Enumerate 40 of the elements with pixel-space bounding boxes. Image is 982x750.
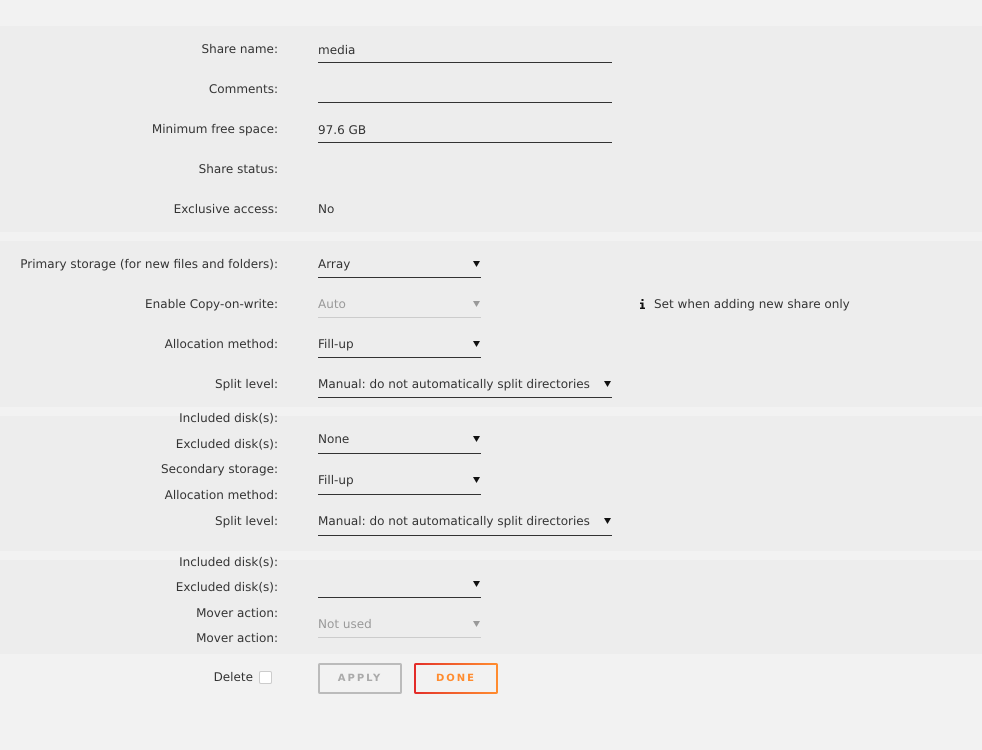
field-label: Secondary storage: bbox=[161, 461, 278, 478]
field-label: Included disk(s): bbox=[179, 410, 278, 427]
field-label: Enable Copy-on-write: bbox=[145, 296, 278, 313]
field-label: Included disk(s): bbox=[179, 554, 278, 571]
dropdown[interactable]: None bbox=[318, 426, 481, 454]
field-value: No bbox=[318, 202, 334, 216]
text-field[interactable]: media bbox=[318, 35, 612, 63]
field-label: Mover action: bbox=[196, 630, 278, 648]
caret-icon bbox=[473, 260, 480, 266]
field-label: Allocation method: bbox=[164, 487, 278, 504]
field-label: Mover action: bbox=[196, 604, 278, 622]
caret-icon bbox=[604, 380, 611, 386]
field-label: Primary storage (for new files and folders): bbox=[20, 256, 278, 273]
dropdown[interactable]: Manual: do not automatically split directories bbox=[318, 370, 612, 398]
field-label: Excluded disk(s): bbox=[176, 579, 278, 596]
caret-icon bbox=[473, 300, 480, 306]
field-label: Comments: bbox=[208, 81, 278, 98]
caret-icon bbox=[473, 620, 480, 626]
caret-icon bbox=[604, 518, 611, 524]
caret-icon bbox=[473, 436, 480, 442]
caret-icon bbox=[473, 580, 480, 586]
field-label: Delete bbox=[214, 669, 253, 686]
field-label: Allocation method: bbox=[164, 336, 278, 353]
field-label: Excluded disk(s): bbox=[176, 436, 278, 453]
checkbox[interactable] bbox=[259, 670, 272, 684]
dropdown[interactable]: Fill-up bbox=[318, 466, 481, 494]
dropdown[interactable]: Fill-up bbox=[318, 330, 481, 358]
caret-icon bbox=[473, 477, 480, 483]
info-icon bbox=[640, 299, 645, 309]
text-field[interactable]: 97.6 GB bbox=[318, 115, 612, 143]
field-label: Split level: bbox=[215, 512, 278, 530]
dropdown[interactable]: Array bbox=[318, 250, 481, 278]
hint-text: Set when adding new share only bbox=[654, 296, 850, 313]
dropdown[interactable]: Manual: do not automatically split directories bbox=[318, 508, 612, 536]
field-label: Minimum free space: bbox=[152, 121, 278, 138]
field-label: Split level: bbox=[215, 376, 278, 393]
field-label: Share status: bbox=[198, 161, 278, 178]
caret-icon bbox=[473, 340, 480, 346]
field-label: Share name: bbox=[201, 41, 278, 58]
field-label: Exclusive access: bbox=[174, 201, 278, 218]
